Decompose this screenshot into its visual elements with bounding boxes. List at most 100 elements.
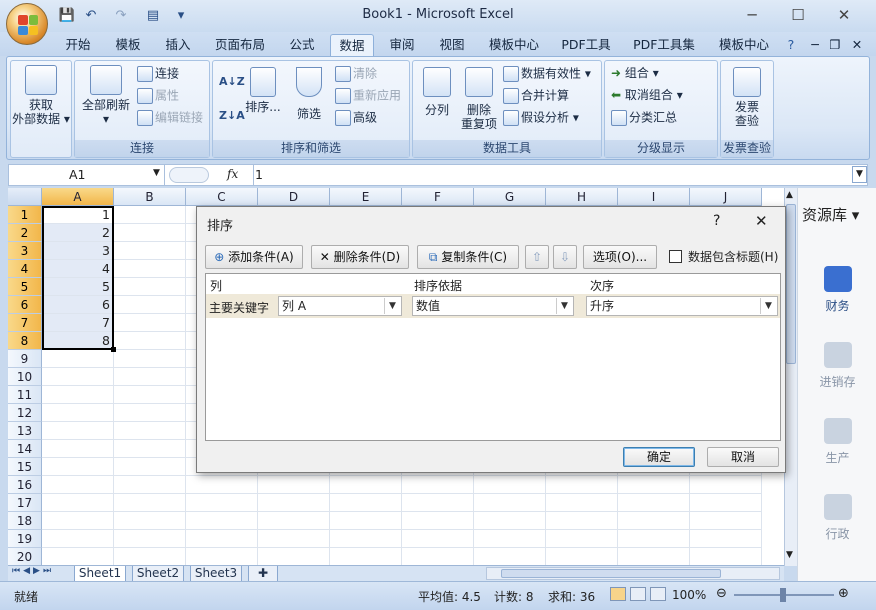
cell[interactable] [42, 548, 114, 566]
normal-view-icon[interactable] [610, 587, 626, 601]
cell[interactable] [42, 386, 114, 404]
tab-template-center-2[interactable]: 模板中心 [712, 34, 776, 56]
cell[interactable] [330, 512, 402, 530]
dialog-help-button[interactable]: ? [713, 213, 720, 229]
cell[interactable]: 5 [42, 278, 114, 296]
cell[interactable] [42, 422, 114, 440]
sort-ascending-button[interactable]: A↓Z [219, 75, 245, 89]
side-item-production[interactable]: 生产 [798, 418, 876, 466]
cell[interactable] [114, 296, 186, 314]
insert-function-icon[interactable]: fx [227, 167, 238, 181]
minimize-button[interactable]: ─ [740, 6, 764, 24]
name-box-dropdown-icon[interactable]: ▼ [153, 168, 160, 178]
sheet-tab-1[interactable]: Sheet1 [74, 566, 126, 582]
cell[interactable] [546, 548, 618, 566]
fill-handle[interactable] [111, 347, 116, 352]
get-external-data-button[interactable]: 获取 外部数据 ▾ [11, 65, 71, 126]
close-button[interactable]: ✕ [832, 6, 856, 24]
zoom-slider-thumb[interactable] [780, 588, 786, 602]
cell[interactable] [546, 494, 618, 512]
refresh-all-button[interactable]: 全部刷新 ▾ [77, 65, 135, 126]
ribbon-restore-icon[interactable]: ❐ [826, 34, 844, 56]
cell[interactable] [114, 476, 186, 494]
tab-review[interactable]: 审阅 [382, 34, 422, 56]
column-header-g[interactable]: G [474, 188, 546, 206]
row-header[interactable]: 8 [8, 332, 42, 350]
cell[interactable] [402, 512, 474, 530]
side-item-inventory[interactable]: 进销存 [798, 342, 876, 390]
edit-links-button[interactable]: 编辑链接 [137, 110, 203, 126]
tab-page-layout[interactable]: 页面布局 [208, 34, 272, 56]
cell[interactable] [474, 494, 546, 512]
cell[interactable] [258, 530, 330, 548]
tab-home[interactable]: 开始 [58, 34, 98, 56]
row-header[interactable]: 12 [8, 404, 42, 422]
row-header[interactable]: 17 [8, 494, 42, 512]
has-header-checkbox[interactable] [669, 250, 682, 263]
cell[interactable] [402, 548, 474, 566]
cell[interactable] [42, 368, 114, 386]
column-header-f[interactable]: F [402, 188, 474, 206]
cell[interactable] [690, 494, 762, 512]
sheet-tab-2[interactable]: Sheet2 [132, 566, 184, 582]
cell[interactable]: 7 [42, 314, 114, 332]
column-header-e[interactable]: E [330, 188, 402, 206]
cell[interactable] [114, 422, 186, 440]
column-header-d[interactable]: D [258, 188, 330, 206]
row-header[interactable]: 4 [8, 260, 42, 278]
row-header[interactable]: 15 [8, 458, 42, 476]
sheet-nav-icon[interactable]: ⏮◀▶⏭ [12, 566, 54, 576]
row-header[interactable]: 16 [8, 476, 42, 494]
add-level-button[interactable]: ⊕ 添加条件(A) [205, 245, 303, 269]
tab-formulas[interactable]: 公式 [282, 34, 322, 56]
cell[interactable] [114, 494, 186, 512]
cell[interactable] [258, 512, 330, 530]
formula-input[interactable]: 1 [255, 167, 263, 182]
row-header[interactable]: 1 [8, 206, 42, 224]
cell[interactable] [186, 548, 258, 566]
cell[interactable] [42, 512, 114, 530]
cell[interactable] [114, 368, 186, 386]
cell[interactable] [114, 458, 186, 476]
cell[interactable] [114, 206, 186, 224]
ribbon-close-icon[interactable]: ✕ [848, 34, 866, 56]
cell[interactable] [114, 404, 186, 422]
cell[interactable]: 1 [42, 206, 114, 224]
cell[interactable] [186, 530, 258, 548]
connections-button[interactable]: 连接 [137, 66, 179, 82]
cell[interactable] [618, 494, 690, 512]
column-header-b[interactable]: B [114, 188, 186, 206]
cell[interactable] [114, 512, 186, 530]
sort-column-select[interactable]: 列 A ▼ [278, 296, 402, 316]
cell[interactable] [402, 476, 474, 494]
zoom-out-icon[interactable]: ⊖ [716, 586, 727, 601]
sort-order-select[interactable]: 升序 ▼ [586, 296, 778, 316]
row-header[interactable]: 2 [8, 224, 42, 242]
advanced-filter-button[interactable]: 高级 [335, 110, 377, 126]
reapply-button[interactable]: 重新应用 [335, 88, 401, 104]
options-button[interactable]: 选项(O)... [583, 245, 657, 269]
cell[interactable] [618, 476, 690, 494]
tab-pdf-toolset[interactable]: PDF工具集 [626, 34, 702, 56]
scroll-up-icon[interactable]: ▲ [786, 190, 793, 200]
cell[interactable] [186, 494, 258, 512]
tab-view[interactable]: 视图 [432, 34, 472, 56]
tab-template[interactable]: 模板 [108, 34, 148, 56]
cell[interactable] [114, 278, 186, 296]
group-button[interactable]: ➜ 组合 ▾ [611, 66, 659, 80]
column-header-j[interactable]: J [690, 188, 762, 206]
sort-descending-button[interactable]: Z↓A [219, 109, 245, 123]
cell[interactable] [330, 476, 402, 494]
tab-pdf-tools[interactable]: PDF工具 [556, 34, 616, 56]
move-down-button[interactable]: ⇩ [553, 245, 577, 269]
clear-filter-button[interactable]: 清除 [335, 66, 377, 82]
row-header[interactable]: 11 [8, 386, 42, 404]
cell[interactable] [42, 350, 114, 368]
cell[interactable] [546, 530, 618, 548]
cell[interactable] [618, 512, 690, 530]
cell[interactable] [690, 548, 762, 566]
help-icon[interactable]: ? [782, 34, 800, 56]
row-header[interactable]: 5 [8, 278, 42, 296]
tab-insert[interactable]: 插入 [158, 34, 198, 56]
cell[interactable]: 6 [42, 296, 114, 314]
